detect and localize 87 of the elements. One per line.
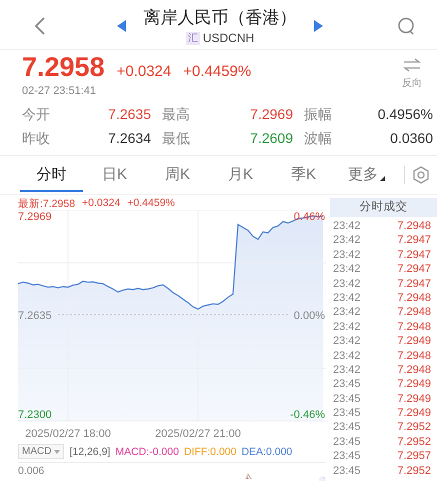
indicator-value: DIFF:0.000 [184, 446, 236, 458]
trade-price: 7.2952 [397, 464, 431, 478]
market-badge: 汇 [186, 32, 200, 44]
stat-label: 最高 [162, 106, 191, 124]
trade-price: 7.2947 [397, 276, 431, 291]
trade-time: 23:42 [333, 305, 361, 320]
indicator-params: [12,26,9] [69, 446, 110, 458]
percent-label: 0.00% [294, 310, 325, 322]
trade-time: 23:42 [333, 248, 361, 262]
trade-price: 7.2957 [397, 449, 431, 464]
stat-value: 0.4956% [376, 106, 433, 124]
chart-tab[interactable]: 分时 [20, 158, 83, 192]
trade-time: 23:45 [333, 420, 361, 435]
latest-change: +0.0324 [82, 197, 120, 210]
settings-icon[interactable] [413, 166, 429, 184]
stat-label: 振幅 [304, 106, 333, 124]
percent-label: -0.46% [290, 408, 325, 421]
time-label: 2025/02/27 18:00 [25, 428, 111, 440]
search-icon[interactable] [397, 17, 415, 35]
trade-time: 23:45 [333, 449, 361, 464]
trade-price: 7.2949 [397, 334, 431, 349]
chart-tab[interactable]: 更多 [335, 158, 398, 192]
axis-label: 7.2300 [18, 408, 52, 421]
last-price: 7.2958 [22, 52, 105, 83]
quote-time: 02-27 23:51:41 [22, 85, 98, 97]
axis-label: 7.2969 [18, 210, 52, 223]
stat-label: 今开 [22, 106, 51, 124]
stat-value: 0.0360 [389, 130, 433, 148]
reverse-button[interactable]: 反向 [402, 52, 422, 97]
time-label: 2025/02/27 21:00 [155, 428, 241, 440]
back-icon[interactable] [34, 16, 46, 36]
trade-time: 23:45 [333, 406, 361, 420]
latest-price: 最新:7.2958 [18, 197, 76, 210]
trade-time: 23:45 [333, 377, 361, 392]
next-icon[interactable] [314, 20, 323, 32]
trade-price: 7.2952 [397, 434, 431, 450]
caret-icon [54, 450, 60, 454]
symbol-code: USDCNH [202, 31, 254, 45]
trade-time: 23:42 [333, 320, 361, 334]
stat-label: 最低 [162, 130, 191, 148]
trade-price: 7.2948 [397, 348, 431, 363]
stat-value: 7.2635 [107, 106, 151, 124]
stat-value: 7.2609 [249, 130, 293, 148]
indicator-value: DEA:0.000 [241, 446, 292, 458]
trade-price: 7.2949 [397, 392, 431, 406]
trade-time: 23:42 [333, 362, 361, 378]
trade-price: 7.2948 [397, 320, 431, 334]
chart-tab[interactable]: 月K [209, 158, 272, 192]
latest-percent: +0.4459% [127, 197, 175, 210]
chart-tab[interactable]: 日K [83, 158, 146, 192]
stat-value: 7.2634 [107, 130, 151, 148]
trade-time: 23:42 [333, 276, 361, 291]
trade-price: 7.2949 [397, 406, 431, 420]
chart-tab[interactable]: 周K [146, 158, 209, 192]
chart-tab[interactable]: 季K [272, 158, 335, 192]
trade-time: 23:42 [333, 219, 361, 234]
trade-time: 23:42 [333, 290, 361, 306]
trade-time: 23:45 [333, 464, 361, 478]
price-change: +0.0324 [116, 63, 172, 80]
swap-icon [403, 58, 421, 72]
axis-label: 7.2635 [18, 310, 52, 322]
trade-price: 7.2947 [397, 262, 431, 277]
indicator-value: MACD:-0.000 [115, 446, 179, 458]
caret-icon [380, 176, 385, 180]
trade-price: 7.2947 [397, 233, 431, 248]
stat-label: 昨收 [22, 130, 51, 148]
trade-time: 23:42 [333, 233, 361, 248]
trades-header: 分时成交 [330, 198, 437, 217]
stat-value: 7.2969 [249, 106, 293, 124]
stat-label: 波幅 [304, 130, 333, 148]
trade-price: 7.2948 [397, 290, 431, 306]
previous-icon[interactable] [117, 20, 126, 32]
indicator-dropdown[interactable]: MACD [18, 444, 64, 459]
percent-change: +0.4459% [183, 63, 252, 80]
page-title: 离岸人民币（香港） [144, 7, 296, 29]
trade-time: 23:45 [333, 392, 361, 406]
trade-price: 7.2949 [397, 377, 431, 392]
trade-time: 23:42 [333, 262, 361, 277]
trade-price: 7.2952 [397, 420, 431, 435]
axis-label: 0.006 [18, 464, 44, 477]
trade-price: 7.2948 [397, 305, 431, 320]
trade-price: 7.2948 [397, 219, 431, 234]
trade-time: 23:42 [333, 348, 361, 363]
trade-time: 23:42 [333, 334, 361, 349]
trade-time: 23:45 [333, 434, 361, 450]
trade-price: 7.2948 [397, 362, 431, 378]
trade-price: 7.2947 [397, 248, 431, 262]
